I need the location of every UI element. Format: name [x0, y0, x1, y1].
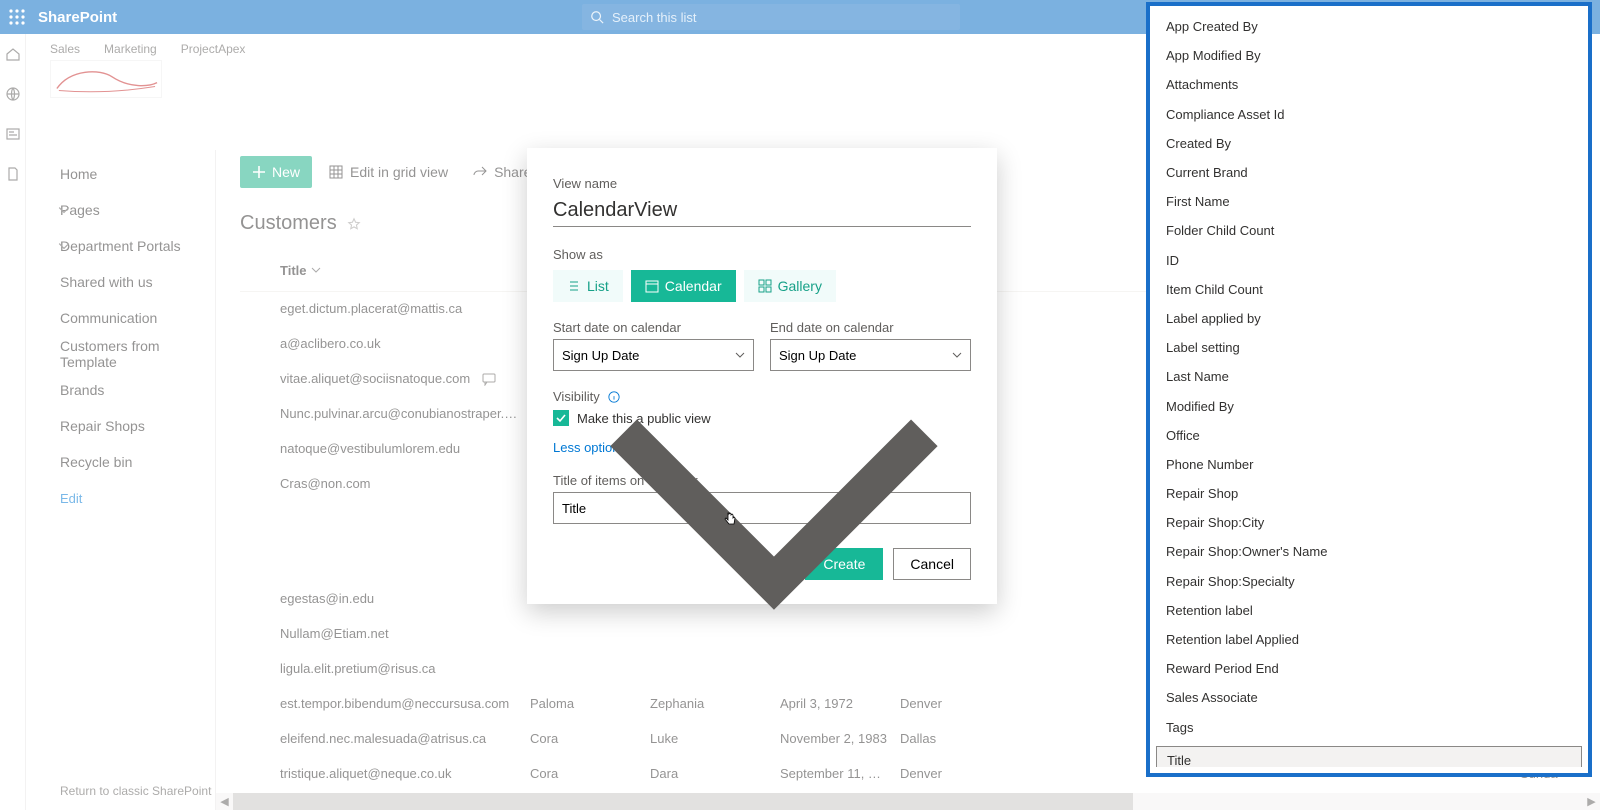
dropdown-option[interactable]: ID — [1156, 246, 1582, 275]
dropdown-option[interactable]: Created By — [1156, 129, 1582, 158]
dropdown-option[interactable]: Retention label — [1156, 596, 1582, 625]
showas-list[interactable]: List — [553, 270, 623, 302]
show-as-label: Show as — [553, 247, 971, 262]
dropdown-option[interactable]: Sales Associate — [1156, 683, 1582, 712]
view-name-label: View name — [553, 176, 971, 191]
showas-calendar[interactable]: Calendar — [631, 270, 736, 302]
view-name-input[interactable] — [553, 195, 971, 227]
dropdown-option[interactable]: Tags — [1156, 713, 1582, 742]
dropdown-option[interactable]: Compliance Asset Id — [1156, 100, 1582, 129]
title-field-dropdown[interactable]: App Created ByApp Modified ByAttachments… — [1146, 2, 1592, 777]
dropdown-option[interactable]: Attachments — [1156, 70, 1582, 99]
dropdown-option[interactable]: App Modified By — [1156, 41, 1582, 70]
dropdown-option[interactable]: Last Name — [1156, 362, 1582, 391]
dropdown-option[interactable]: Current Brand — [1156, 158, 1582, 187]
dropdown-option[interactable]: Retention label Applied — [1156, 625, 1582, 654]
dropdown-option[interactable]: First Name — [1156, 187, 1582, 216]
create-view-dialog: View name Show as List Calendar Gallery … — [527, 148, 997, 604]
dropdown-option[interactable]: App Created By — [1156, 12, 1582, 41]
dropdown-option[interactable]: Folder Child Count — [1156, 216, 1582, 245]
title-items-select[interactable]: Title — [553, 492, 971, 524]
dropdown-option[interactable]: Item Child Count — [1156, 275, 1582, 304]
dropdown-option[interactable]: Phone Number — [1156, 450, 1582, 479]
dropdown-option[interactable]: Repair Shop — [1156, 479, 1582, 508]
dropdown-option[interactable]: Label applied by — [1156, 304, 1582, 333]
dropdown-option[interactable]: Repair Shop:City — [1156, 508, 1582, 537]
dropdown-option[interactable]: Modified By — [1156, 391, 1582, 420]
cursor-hand-icon — [722, 511, 738, 527]
chevron-down-icon — [586, 320, 962, 696]
dropdown-option[interactable]: Office — [1156, 421, 1582, 450]
showas-gallery[interactable]: Gallery — [744, 270, 836, 302]
dropdown-option[interactable]: Title — [1156, 746, 1582, 767]
dropdown-option[interactable]: Repair Shop:Owner's Name — [1156, 537, 1582, 566]
dropdown-option[interactable]: Repair Shop:Specialty — [1156, 567, 1582, 596]
dropdown-option[interactable]: Label setting — [1156, 333, 1582, 362]
dropdown-option[interactable]: Reward Period End — [1156, 654, 1582, 683]
check-icon — [556, 413, 566, 423]
